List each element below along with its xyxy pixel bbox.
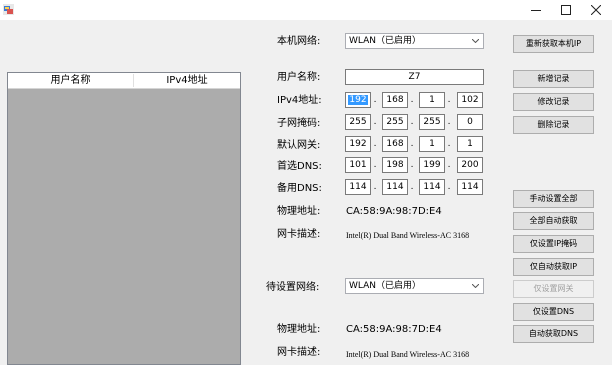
gateway-octet-3[interactable]: 1 <box>419 136 445 152</box>
chevron-down-icon <box>469 279 481 293</box>
add-record-button[interactable]: 新增记录 <box>513 70 594 88</box>
preferred-dns-label: 首选DNS: <box>277 161 322 172</box>
local-network-select[interactable]: WLAN（已启用） <box>345 33 484 49</box>
local-network-value: WLAN（已启用） <box>349 36 422 46</box>
close-icon <box>591 5 601 15</box>
records-list-header: 用户名称 IPv4地址 <box>8 73 240 89</box>
target-mac-value: CA:58:9A:98:7D:E4 <box>346 324 442 335</box>
ipv4-octet-1-value: 192 <box>348 95 368 105</box>
dns2-octet-2[interactable]: 114 <box>382 179 408 195</box>
gateway-octet-1[interactable]: 192 <box>345 136 371 152</box>
local-desc-value: Intel(R) Dual Band Wireless-AC 3168 <box>346 231 470 240</box>
mask-dot: . <box>447 117 451 127</box>
dns2-dot: . <box>373 182 377 192</box>
dns1-dot: . <box>373 160 377 170</box>
edit-record-button[interactable]: 修改记录 <box>513 93 594 111</box>
local-desc-label: 网卡描述: <box>277 229 321 240</box>
dns2-octet-4[interactable]: 114 <box>457 179 483 195</box>
dns2-dot: . <box>410 182 414 192</box>
auto-obtain-dns-button[interactable]: 自动获取DNS <box>513 325 594 343</box>
target-desc-label: 网卡描述: <box>277 347 321 358</box>
dns1-octet-2[interactable]: 198 <box>382 157 408 173</box>
target-network-value: WLAN（已启用） <box>349 281 422 291</box>
auto-obtain-all-button[interactable]: 全部自动获取 <box>513 212 594 230</box>
gateway-dot: . <box>410 139 414 149</box>
gateway-octet-2[interactable]: 168 <box>382 136 408 152</box>
local-mac-value: CA:58:9A:98:7D:E4 <box>346 206 442 217</box>
network-app-icon <box>3 4 14 15</box>
ipv4-dot: . <box>410 95 414 105</box>
title-bar <box>0 0 612 20</box>
dns2-octet-1[interactable]: 114 <box>345 179 371 195</box>
column-header-ipv4[interactable]: IPv4地址 <box>134 73 240 88</box>
column-header-username[interactable]: 用户名称 <box>8 73 133 88</box>
dns1-octet-3[interactable]: 199 <box>419 157 445 173</box>
close-button[interactable] <box>581 0 611 20</box>
alternate-dns-label: 备用DNS: <box>277 183 322 194</box>
mask-dot: . <box>410 117 414 127</box>
target-desc-value: Intel(R) Dual Band Wireless-AC 3168 <box>346 350 470 359</box>
dns1-octet-4[interactable]: 200 <box>457 157 483 173</box>
username-input[interactable]: Z7 <box>345 69 484 85</box>
maximize-button[interactable] <box>551 0 581 20</box>
dns1-dot: . <box>447 160 451 170</box>
ipv4-octet-1[interactable]: 192 <box>345 92 371 108</box>
minimize-button[interactable] <box>521 0 551 20</box>
ipv4-label: IPv4地址: <box>277 95 322 106</box>
dns2-octet-3[interactable]: 114 <box>419 179 445 195</box>
auto-obtain-ip-only-button[interactable]: 仅自动获取IP <box>513 258 594 276</box>
set-dns-only-button[interactable]: 仅设置DNS <box>513 303 594 321</box>
ipv4-octet-4[interactable]: 102 <box>457 92 483 108</box>
mask-octet-1[interactable]: 255 <box>345 114 371 130</box>
gateway-label: 默认网关: <box>277 140 321 151</box>
gateway-octet-4[interactable]: 1 <box>457 136 483 152</box>
dns2-dot: . <box>447 182 451 192</box>
manual-set-all-button[interactable]: 手动设置全部 <box>513 190 594 208</box>
subnet-mask-label: 子网掩码: <box>277 118 321 129</box>
delete-record-button[interactable]: 删除记录 <box>513 116 594 134</box>
ipv4-octet-2[interactable]: 168 <box>382 92 408 108</box>
mask-octet-4[interactable]: 0 <box>457 114 483 130</box>
target-network-select[interactable]: WLAN（已启用） <box>345 278 484 294</box>
local-network-label: 本机网络: <box>277 36 321 47</box>
set-ip-mask-only-button[interactable]: 仅设置IP掩码 <box>513 235 594 253</box>
gateway-dot: . <box>373 139 377 149</box>
refresh-local-ip-button[interactable]: 重新获取本机IP <box>513 35 594 53</box>
dns1-dot: . <box>410 160 414 170</box>
chevron-down-icon <box>469 34 481 48</box>
records-list[interactable]: 用户名称 IPv4地址 <box>7 72 241 365</box>
target-mac-label: 物理地址: <box>277 324 321 335</box>
ipv4-octet-3[interactable]: 1 <box>419 92 445 108</box>
local-mac-label: 物理地址: <box>277 206 321 217</box>
mask-octet-2[interactable]: 255 <box>382 114 408 130</box>
gateway-dot: . <box>447 139 451 149</box>
ipv4-dot: . <box>447 95 451 105</box>
ipv4-dot: . <box>373 95 377 105</box>
maximize-icon <box>561 5 571 15</box>
username-label: 用户名称: <box>277 72 321 83</box>
dns1-octet-1[interactable]: 101 <box>345 157 371 173</box>
set-gateway-only-button[interactable]: 仅设置网关 <box>513 280 594 298</box>
target-network-label: 待设置网络: <box>266 282 320 293</box>
mask-dot: . <box>373 117 377 127</box>
mask-octet-3[interactable]: 255 <box>419 114 445 130</box>
minimize-icon <box>531 10 541 11</box>
